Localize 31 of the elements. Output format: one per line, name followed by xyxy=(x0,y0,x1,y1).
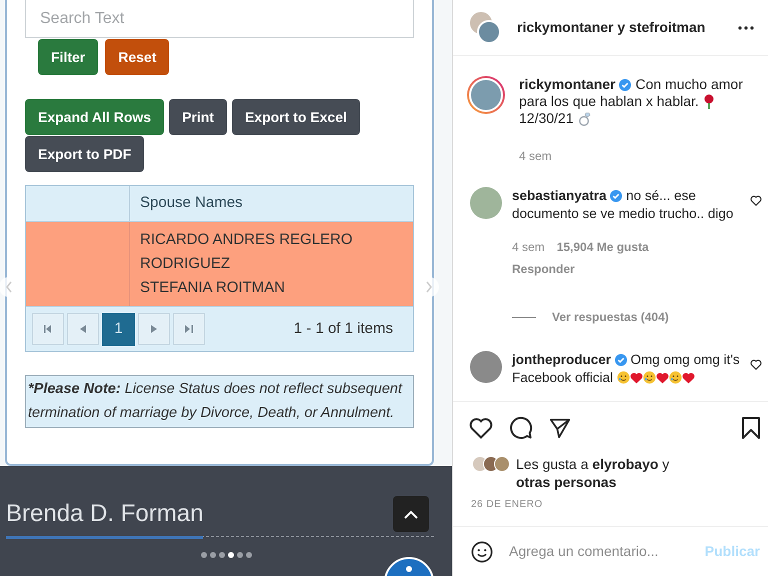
liker-username[interactable]: elyrobayo xyxy=(592,456,658,472)
license-note: *Please Note: License Status does not reflect subsequent termination of marriage by Divorce, Death, or Annulment. xyxy=(25,375,414,428)
post-date: 26 DE ENERO xyxy=(470,498,544,512)
page-number-button[interactable]: 1 xyxy=(102,312,135,346)
comment-time: 4 sem xyxy=(512,239,545,256)
comment-input[interactable]: Agrega un comentario... xyxy=(509,541,689,562)
search-field[interactable]: Search Text xyxy=(25,0,414,38)
column-header: Spouse Names xyxy=(139,193,244,214)
caption-text: Con mucho amor xyxy=(635,76,743,93)
table-cell-text: RICARDO ANDRES REGLERO xyxy=(140,230,353,250)
post-authors[interactable]: rickymontaner y stefroitman xyxy=(517,17,706,38)
comment-username[interactable]: sebastianyatra xyxy=(512,188,607,203)
pager-summary: 1 - 1 of 1 items xyxy=(294,318,393,339)
comment-text: sebastianyatra no sé... ese documento se ve medio trucho.. digo xyxy=(512,187,734,222)
likes-summary: Les gusta a elyrobayo y otras personas xyxy=(516,455,670,491)
table-action-button[interactable]: Export to PDF xyxy=(25,136,144,172)
comment-username[interactable]: jontheproducer xyxy=(512,352,612,367)
caption-username[interactable]: rickymontaner xyxy=(519,76,616,93)
table-cell-text: RODRIGUEZ xyxy=(140,254,231,274)
table-action-button[interactable]: Expand All Rows xyxy=(25,99,164,135)
filter-toolbar-button[interactable]: Filter xyxy=(38,39,98,75)
comment-text: jontheproducer Omg omg omg it's Facebook official xyxy=(512,351,740,386)
table-action-button[interactable]: Print xyxy=(169,99,227,135)
table-cell-text: STEFANIA ROITMAN xyxy=(140,278,286,298)
caption-time: 4 sem xyxy=(519,148,553,165)
footer-name: Brenda D. Forman xyxy=(6,499,204,529)
caption-text: 12/30/21 xyxy=(519,110,574,127)
caption-text: para los que hablan x hablar. xyxy=(519,93,699,110)
filter-toolbar-button[interactable]: Reset xyxy=(105,39,170,75)
search-input[interactable]: Search Text xyxy=(40,6,399,30)
table-action-button[interactable]: Export to Excel xyxy=(232,99,360,135)
